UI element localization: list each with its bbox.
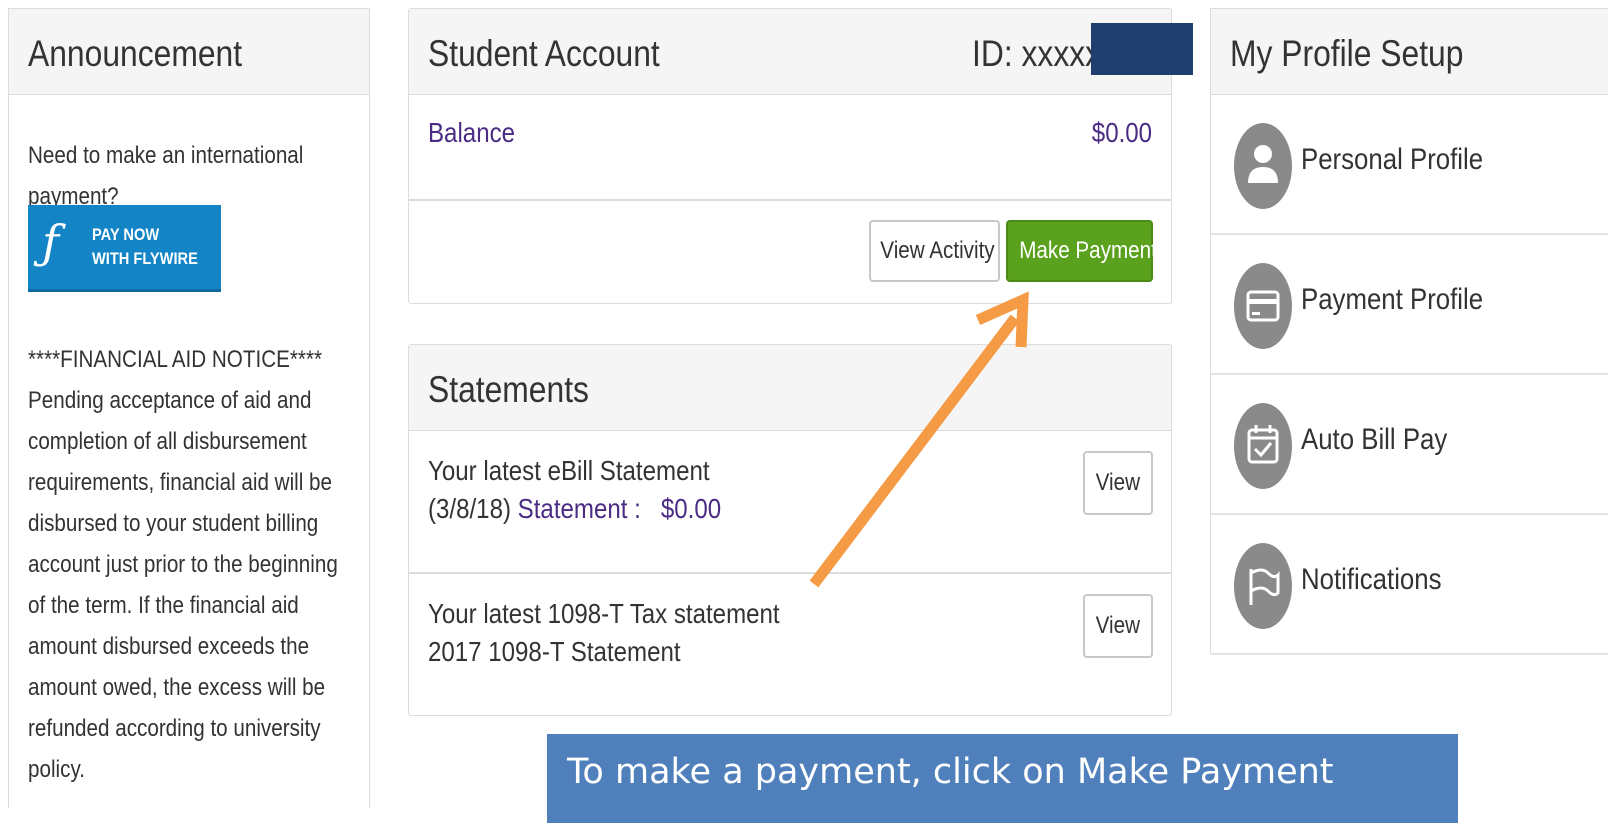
make-payment-label: Make Payment — [1019, 237, 1157, 264]
profile-setup-title: My Profile Setup — [1230, 33, 1464, 74]
make-payment-button[interactable]: Make Payment — [1006, 220, 1157, 282]
notice-line: account just prior to the beginning — [28, 551, 338, 578]
tax-statement-label: Your latest 1098-T Tax statement — [428, 598, 780, 629]
notice-line: of the term. If the financial aid — [28, 592, 299, 619]
divider — [409, 572, 1171, 574]
profile-setup-panel: My Profile Setup Personal Profile Paymen… — [1210, 8, 1608, 655]
calendar-check-icon — [1234, 403, 1292, 489]
profile-item-auto-bill-pay[interactable]: Auto Bill Pay — [1211, 375, 1608, 515]
balance-link[interactable]: Balance — [428, 117, 515, 149]
view-tax-button[interactable]: View — [1083, 594, 1153, 658]
flywire-label-line1: PAY NOW — [92, 225, 160, 244]
profile-item-payment[interactable]: Payment Profile — [1211, 235, 1608, 375]
statements-title: Statements — [428, 369, 589, 410]
pay-with-flywire-button[interactable]: ƒ PAY NOW WITH FLYWIRE — [28, 205, 221, 292]
announcement-intro-line1: Need to make an international — [28, 142, 304, 169]
statements-panel: Statements Your latest eBill Statement (… — [408, 344, 1172, 716]
ebill-statement-amount[interactable]: $0.00 — [661, 493, 721, 524]
ebill-statement-link[interactable]: Statement : — [518, 493, 641, 524]
notice-line: completion of all disbursement — [28, 428, 307, 455]
flag-icon — [1234, 543, 1292, 629]
profile-setup-header: My Profile Setup — [1211, 9, 1608, 95]
notice-line: amount owed, the excess will be — [28, 674, 326, 701]
financial-aid-notice: ****FINANCIAL AID NOTICE**** Pending acc… — [28, 339, 363, 790]
student-account-header: Student Account ID: xxxxx — [409, 9, 1193, 95]
student-id: ID: xxxxx — [971, 33, 1101, 74]
notice-line: disbursed to your student billing — [28, 510, 319, 537]
profile-item-label: Personal Profile — [1301, 143, 1484, 176]
announcement-panel: Announcement Need to make an internation… — [8, 8, 370, 808]
profile-item-personal[interactable]: Personal Profile — [1211, 95, 1608, 235]
student-account-panel: Student Account ID: xxxxx Balance $0.00 … — [408, 8, 1193, 304]
ebill-statement-label: Your latest eBill Statement — [428, 455, 710, 486]
profile-item-notifications[interactable]: Notifications — [1211, 515, 1608, 655]
balance-amount[interactable]: $0.00 — [1092, 117, 1152, 149]
person-icon — [1234, 123, 1292, 209]
notice-line: refunded according to university — [28, 715, 321, 742]
divider — [409, 199, 1171, 201]
profile-item-label: Payment Profile — [1301, 283, 1484, 316]
view-activity-button[interactable]: View Activity — [869, 220, 1000, 282]
flywire-label-line2: WITH FLYWIRE — [92, 249, 198, 268]
announcement-title: Announcement — [28, 33, 243, 74]
student-account-title: Student Account — [428, 33, 660, 74]
instruction-callout: To make a payment, click on Make Payment — [547, 734, 1458, 823]
profile-item-label: Notifications — [1301, 563, 1442, 596]
flywire-label: PAY NOW WITH FLYWIRE — [92, 223, 215, 271]
credit-card-icon — [1234, 263, 1292, 349]
profile-item-label: Auto Bill Pay — [1301, 423, 1448, 456]
notice-line: requirements, financial aid will be — [28, 469, 333, 496]
view-activity-label: View Activity — [880, 237, 995, 264]
ebill-date: (3/8/18) — [428, 493, 511, 524]
notice-line: policy. — [28, 756, 85, 783]
statements-header: Statements — [409, 345, 1171, 431]
ebill-statement-detail: (3/8/18) Statement : $0.00 — [428, 493, 721, 525]
id-redaction-box — [1091, 23, 1193, 75]
view-ebill-button[interactable]: View — [1083, 451, 1153, 515]
notice-line: amount disbursed exceeds the — [28, 633, 310, 660]
announcement-header: Announcement — [9, 9, 369, 95]
notice-line: Pending acceptance of aid and — [28, 387, 312, 414]
view-tax-label: View — [1095, 612, 1141, 639]
flywire-logo-icon: ƒ — [42, 215, 60, 269]
view-ebill-label: View — [1095, 469, 1141, 496]
notice-line: ****FINANCIAL AID NOTICE**** — [28, 346, 323, 373]
tax-statement-link[interactable]: 2017 1098-T Statement — [428, 636, 681, 668]
